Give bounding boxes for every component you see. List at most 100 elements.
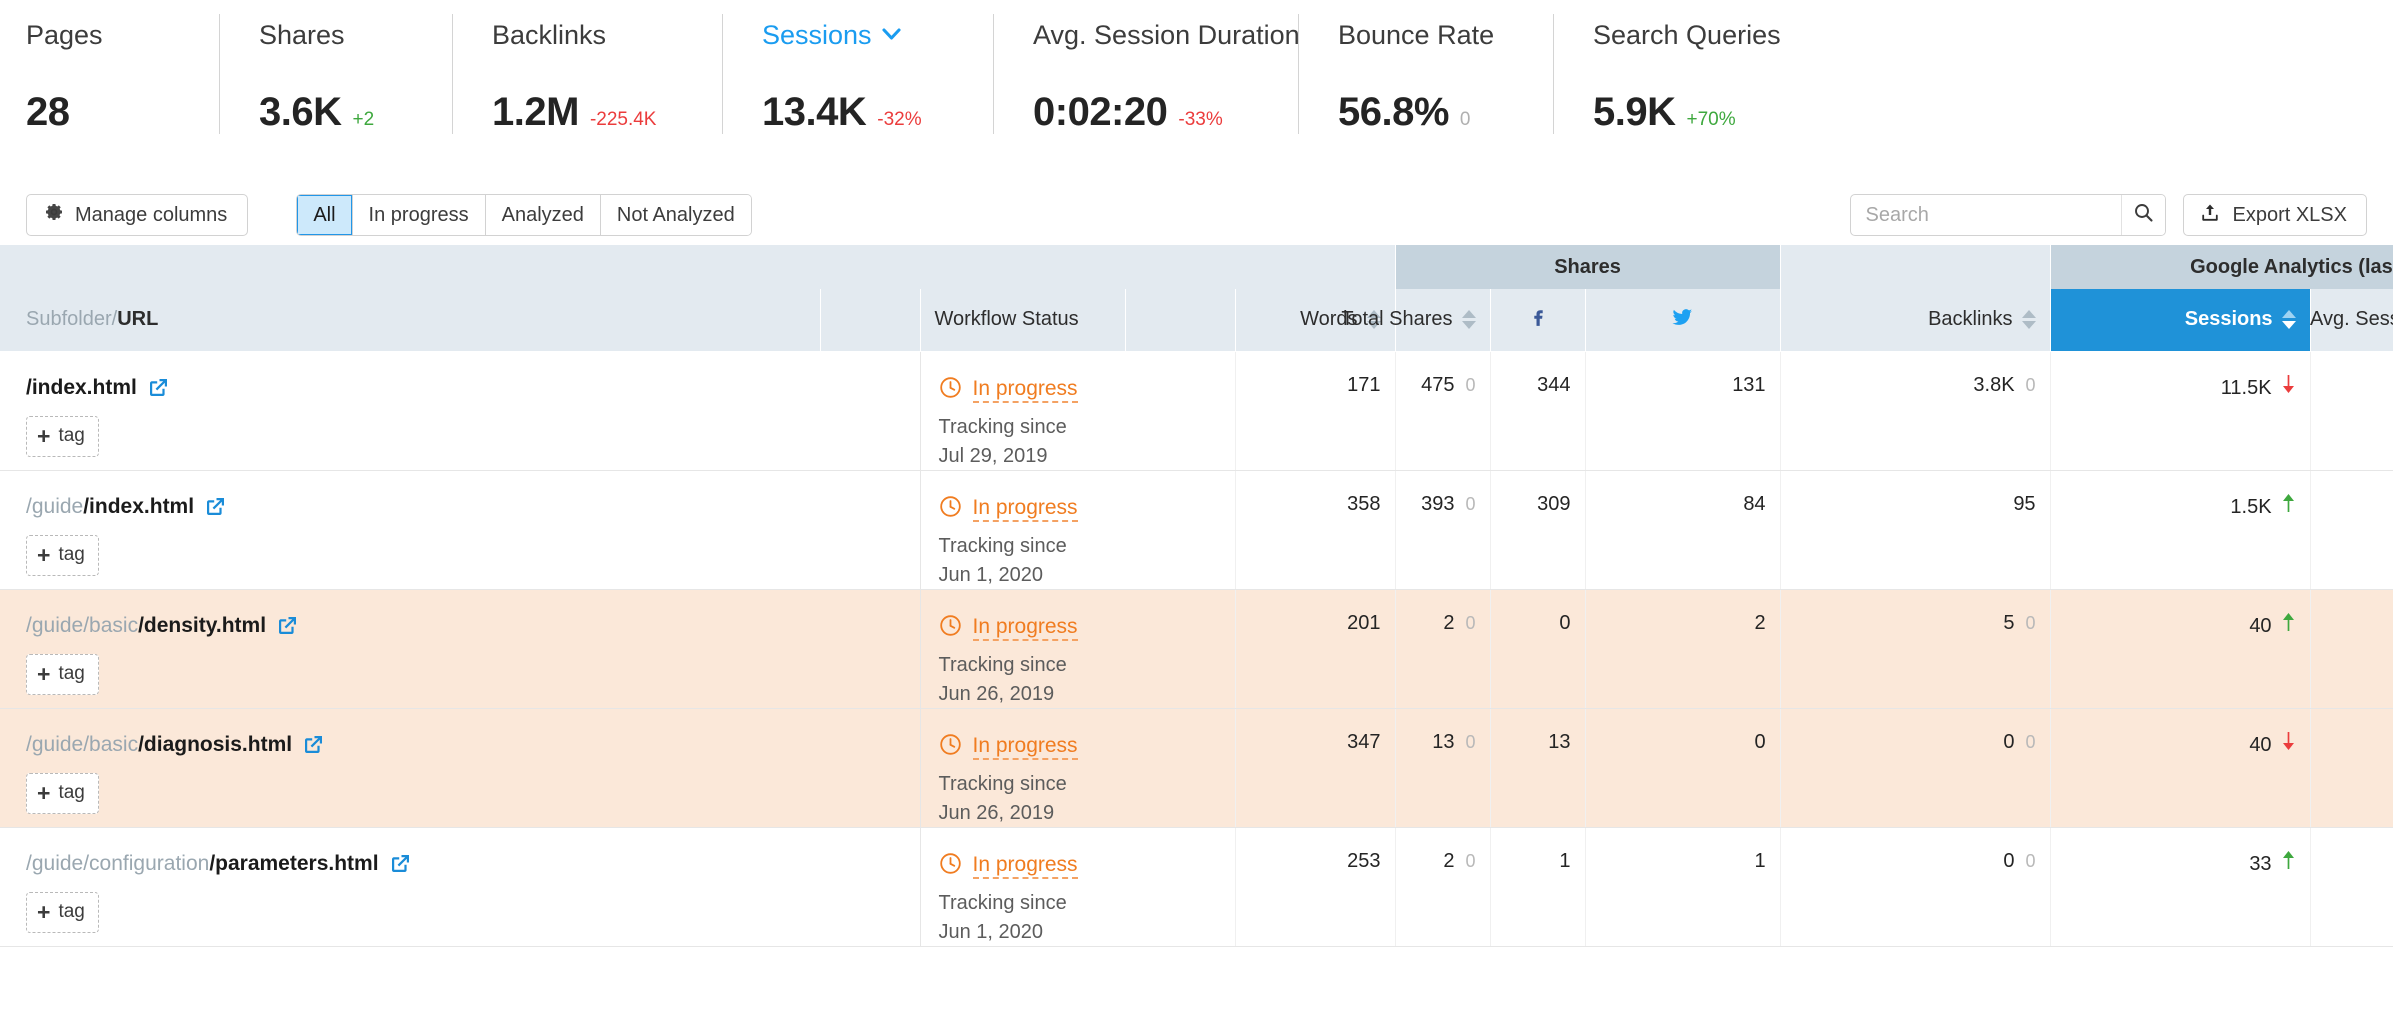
url-prefix: /guide/basic (26, 614, 138, 638)
export-xlsx-button[interactable]: Export XLSX (2183, 194, 2367, 236)
metric-label: Bounce Rate (1338, 22, 1553, 49)
cell-twitter-shares-value: 2 (1754, 612, 1765, 635)
add-tag-button[interactable]: +tag (26, 535, 99, 576)
cell-words-value: 171 (1347, 374, 1380, 397)
add-tag-button[interactable]: +tag (26, 654, 99, 695)
cell-sessions: 1.5K (2050, 470, 2310, 589)
external-link-icon[interactable] (277, 615, 298, 636)
cell-words-value: 358 (1347, 493, 1380, 516)
metric-value: 1.2M (492, 90, 579, 135)
sort-icon[interactable] (1462, 310, 1476, 329)
add-tag-button[interactable]: +tag (26, 773, 99, 814)
url-prefix: /guide/configuration (26, 852, 209, 876)
url-name[interactable]: /density.html (138, 614, 266, 638)
search-input[interactable] (1851, 195, 2121, 235)
workflow-status-value[interactable]: In progress (973, 853, 1078, 879)
filter-all[interactable]: All (297, 195, 351, 235)
cell-facebook-shares-value: 309 (1537, 493, 1570, 516)
cell-facebook-shares-content: 344 (1491, 352, 1585, 397)
table-row[interactable]: /guide/configuration/parameters.html +tag… (0, 827, 2393, 946)
external-link-icon[interactable] (303, 734, 324, 755)
table-group-header-row: Shares Google Analytics (last 30 days) (0, 245, 2393, 289)
table-row[interactable]: /guide/basic/diagnosis.html+tagIn progre… (0, 708, 2393, 827)
url-box: /guide/configuration/parameters.html +tag (0, 828, 920, 933)
cell-subfolder-url: /guide/basic/diagnosis.html+tag (0, 708, 920, 827)
tracking-since-label: Tracking since (939, 890, 1221, 917)
cell-backlinks-value: 95 (2013, 493, 2035, 516)
add-tag-label: tag (58, 425, 84, 447)
upload-icon (2200, 202, 2220, 229)
cell-words: 253 (1235, 827, 1395, 946)
cell-twitter-shares: 0 (1585, 708, 1780, 827)
manage-columns-button[interactable]: Manage columns (26, 194, 248, 236)
cell-twitter-shares: 131 (1585, 351, 1780, 470)
tracking-since-label: Tracking since (939, 533, 1221, 560)
column-header-spacer-2 (1125, 289, 1235, 351)
workflow-status-value[interactable]: In progress (973, 496, 1078, 522)
group-header-shares: Shares (1395, 245, 1780, 289)
cell-backlinks: 00 (1780, 827, 2050, 946)
filter-in-progress[interactable]: In progress (352, 195, 485, 235)
table-row[interactable]: /guide/basic/density.html +tag In progress… (0, 589, 2393, 708)
add-tag-button[interactable]: +tag (26, 416, 99, 457)
sort-icon[interactable] (2022, 310, 2036, 329)
column-header-facebook[interactable] (1490, 289, 1585, 351)
cell-backlinks-delta: 0 (2026, 732, 2036, 753)
metric-label-text: Search Queries (1593, 20, 1781, 50)
column-header-workflow-status[interactable]: Workflow Status (920, 289, 1125, 351)
metric-delta: 0 (1460, 109, 1471, 131)
external-link-icon[interactable] (205, 496, 226, 517)
metric-value: 3.6K (259, 90, 342, 135)
metric-delta: +70% (1687, 109, 1736, 131)
column-header-avg-session-duration[interactable]: Avg. Session Duration (2310, 289, 2393, 351)
clock-icon (939, 852, 962, 881)
plus-icon: + (37, 542, 50, 569)
metric-delta: +2 (353, 109, 375, 131)
url-name[interactable]: /index.html (83, 495, 194, 519)
cell-sessions: 11.5K (2050, 351, 2310, 470)
external-link-icon[interactable] (390, 853, 411, 874)
metric-card-search-queries: Search Queries5.9K+70% (1553, 0, 1821, 185)
workflow-box: In progressTracking sinceJul 29, 2019 (921, 352, 1235, 470)
column-header-subfolder-url[interactable]: Subfolder/URL (0, 289, 820, 351)
group-header-blank (0, 245, 1395, 289)
export-xlsx-label: Export XLSX (2232, 204, 2347, 227)
filter-analyzed[interactable]: Analyzed (485, 195, 600, 235)
cell-workflow-status: In progressTracking sinceJun 1, 2020 (920, 827, 1235, 946)
metric-label[interactable]: Sessions (762, 22, 993, 49)
column-header-twitter[interactable] (1585, 289, 1780, 351)
workflow-status-line: In progress (939, 376, 1221, 405)
workflow-status-value[interactable]: In progress (973, 377, 1078, 403)
cell-backlinks: 50 (1780, 589, 2050, 708)
metric-card-sessions[interactable]: Sessions13.4K-32% (722, 0, 993, 185)
tracking-since-date: Jul 29, 2019 (939, 443, 1221, 470)
table-row[interactable]: /guide/index.html+tagIn progressTracking… (0, 470, 2393, 589)
workflow-status-value[interactable]: In progress (973, 615, 1078, 641)
url-name[interactable]: /diagnosis.html (138, 733, 292, 757)
column-header-spacer (820, 289, 920, 351)
cell-words-content: 171 (1236, 352, 1395, 397)
workflow-status-line: In progress (939, 733, 1221, 762)
column-header-total-shares[interactable]: Total Shares (1395, 289, 1490, 351)
cell-sessions-content: 11.5K (2051, 352, 2310, 400)
column-header-sessions[interactable]: Sessions (2050, 289, 2310, 351)
add-tag-button[interactable]: +tag (26, 892, 99, 933)
external-link-icon[interactable] (148, 377, 169, 398)
filter-not-analyzed[interactable]: Not Analyzed (600, 195, 751, 235)
table-row[interactable]: /index.html +tag In progressTracking since… (0, 351, 2393, 470)
sort-icon-active[interactable] (2282, 310, 2296, 329)
column-header-workflow-status-label: Workflow Status (935, 308, 1079, 331)
cell-subfolder-url: /index.html +tag (0, 351, 920, 470)
workflow-status-value[interactable]: In progress (973, 734, 1078, 760)
column-header-backlinks[interactable]: Backlinks (1780, 289, 2050, 351)
search-button[interactable] (2121, 195, 2165, 235)
url-name[interactable]: /index.html (26, 376, 137, 400)
metric-delta: -32% (877, 109, 921, 131)
cell-twitter-shares: 1 (1585, 827, 1780, 946)
column-header-sessions-label: Sessions (2185, 308, 2273, 331)
url-name[interactable]: /parameters.html (209, 852, 378, 876)
cell-backlinks-content: 3.8K0 (1781, 352, 2050, 397)
metric-label-text: Backlinks (492, 20, 606, 50)
cell-backlinks-value: 0 (2003, 850, 2014, 873)
chevron-down-icon[interactable] (882, 26, 901, 45)
